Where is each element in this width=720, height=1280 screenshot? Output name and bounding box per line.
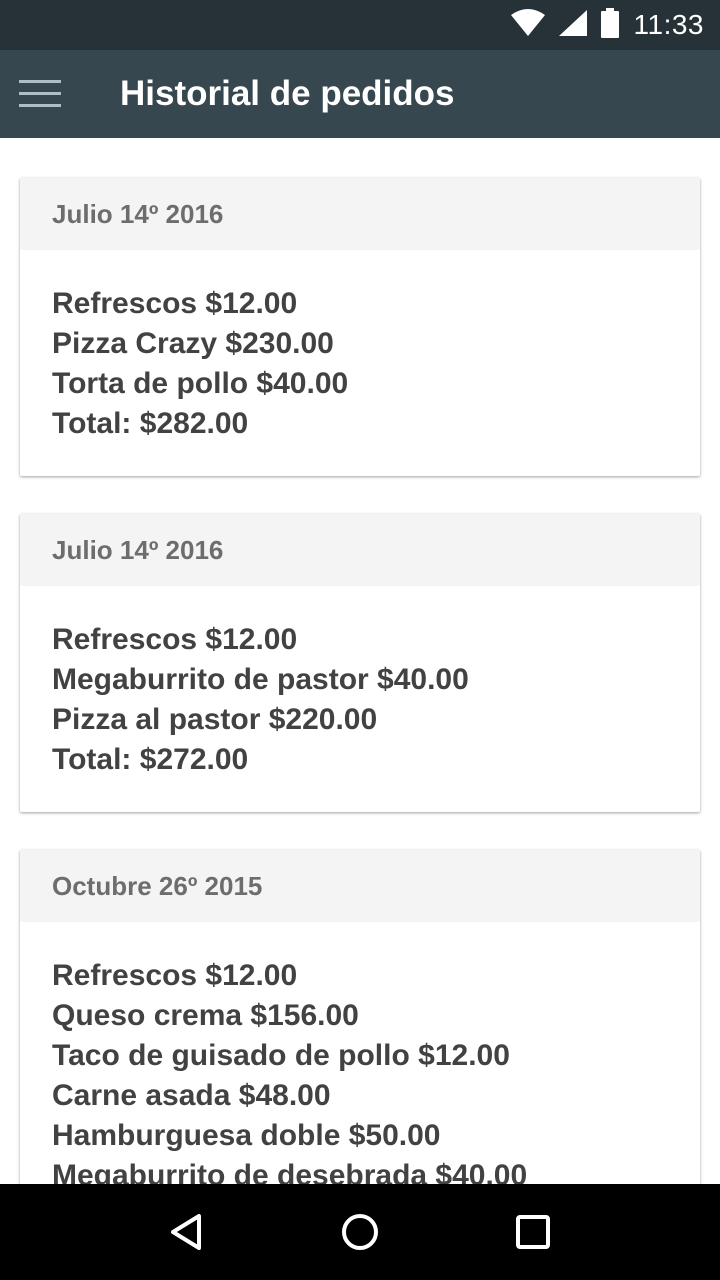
back-button[interactable]	[147, 1192, 227, 1272]
order-history-list[interactable]: Julio 14º 2016 Refrescos $12.00 Pizza Cr…	[0, 138, 720, 1184]
order-items: Refrescos $12.00 Queso crema $156.00 Tac…	[20, 922, 700, 1184]
status-bar: 11:33	[0, 0, 720, 50]
recents-icon	[516, 1215, 551, 1249]
order-card[interactable]: Julio 14º 2016 Refrescos $12.00 Pizza Cr…	[20, 178, 700, 476]
home-button[interactable]	[320, 1192, 400, 1272]
order-item: Refrescos $12.00	[52, 623, 298, 656]
signal-icon	[558, 9, 588, 42]
order-date: Julio 14º 2016	[20, 178, 700, 250]
navigation-bar	[0, 1184, 720, 1280]
order-item: Megaburrito de pastor $40.00	[52, 663, 469, 696]
order-total: Total: $282.00	[52, 407, 249, 440]
order-items: Refrescos $12.00 Pizza Crazy $230.00 Tor…	[20, 250, 700, 476]
menu-button[interactable]	[0, 50, 80, 138]
page-title: Historial de pedidos	[120, 74, 455, 113]
order-card[interactable]: Octubre 26º 2015 Refrescos $12.00 Queso …	[20, 850, 700, 1184]
screen: 11:33 Historial de pedidos Julio 14º 201…	[0, 0, 720, 1280]
back-icon	[170, 1214, 201, 1250]
order-item: Refrescos $12.00	[52, 959, 298, 992]
order-item: Pizza al pastor $220.00	[52, 703, 378, 736]
recents-button[interactable]	[493, 1192, 573, 1272]
menu-icon	[19, 80, 61, 107]
order-item: Carne asada $48.00	[52, 1079, 331, 1112]
order-date: Octubre 26º 2015	[20, 850, 700, 922]
home-icon	[341, 1214, 378, 1250]
order-item: Pizza Crazy $230.00	[52, 327, 334, 360]
app-bar: Historial de pedidos	[0, 50, 720, 138]
order-item: Refrescos $12.00	[52, 287, 298, 320]
wifi-icon	[510, 8, 546, 42]
order-card[interactable]: Julio 14º 2016 Refrescos $12.00 Megaburr…	[20, 514, 700, 812]
order-item: Queso crema $156.00	[52, 999, 359, 1032]
status-time: 11:33	[633, 9, 704, 40]
order-item: Megaburrito de desebrada $40.00	[52, 1159, 528, 1184]
order-date: Julio 14º 2016	[20, 514, 700, 586]
order-items: Refrescos $12.00 Megaburrito de pastor $…	[20, 586, 700, 812]
order-item: Torta de pollo $40.00	[52, 367, 349, 400]
order-total: Total: $272.00	[52, 743, 249, 776]
battery-icon	[600, 7, 620, 43]
order-item: Hamburguesa doble $50.00	[52, 1119, 441, 1152]
order-item: Taco de guisado de pollo $12.00	[52, 1039, 510, 1072]
